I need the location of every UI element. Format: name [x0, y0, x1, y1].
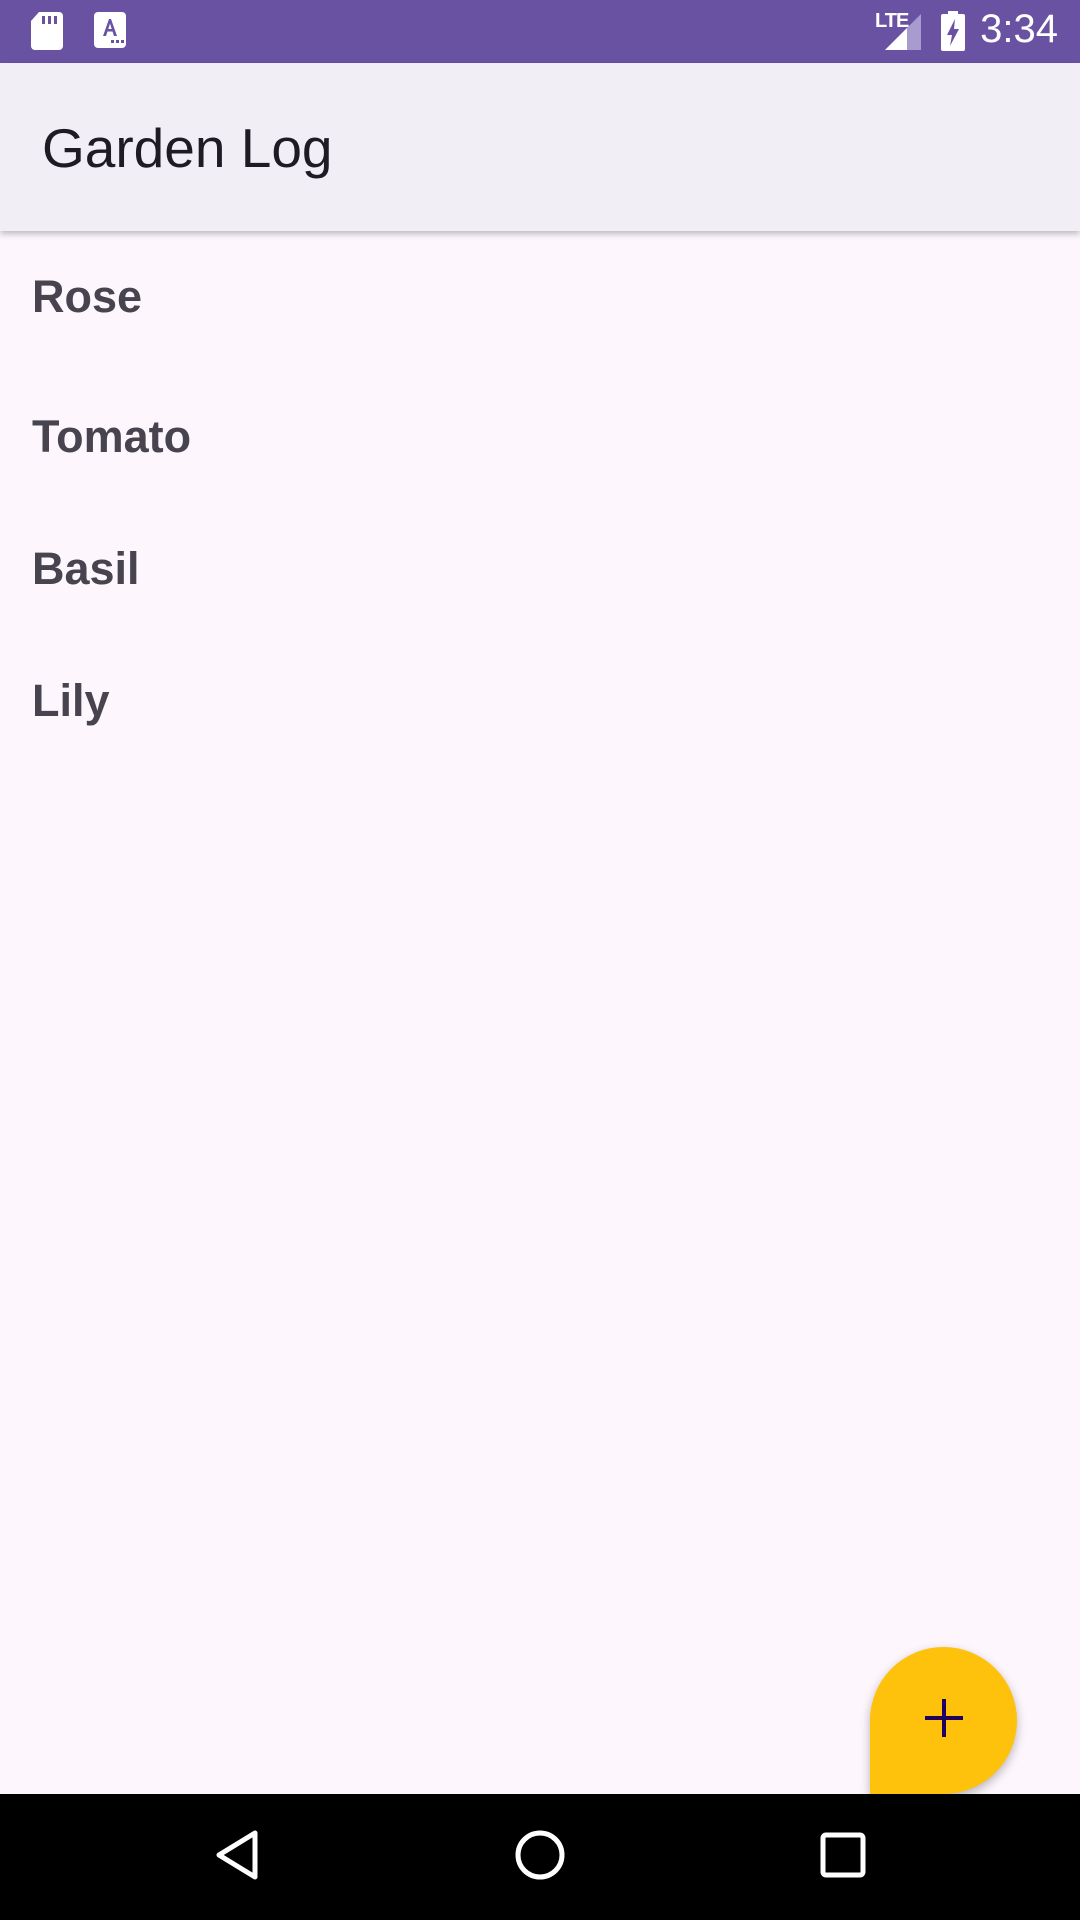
- list-item[interactable]: Tomato: [0, 371, 1080, 503]
- list-item[interactable]: Lily: [0, 635, 1080, 767]
- status-bar: LTE 3:34: [0, 0, 1080, 63]
- home-button[interactable]: [508, 1825, 572, 1889]
- list-item[interactable]: Rose: [0, 231, 1080, 371]
- clock: 3:34: [980, 7, 1058, 51]
- add-plant-button[interactable]: [870, 1647, 1017, 1794]
- text-a-icon: [94, 12, 126, 53]
- battery-charging-icon: [941, 11, 965, 56]
- recents-icon: [820, 1832, 866, 1883]
- recents-button[interactable]: [811, 1825, 875, 1889]
- app-bar: Garden Log: [0, 63, 1080, 231]
- navigation-bar: [0, 1794, 1080, 1920]
- screen: LTE 3:34 Garden Log Rose Tomato Basil Li…: [0, 0, 1080, 1920]
- plus-icon: [924, 1698, 964, 1743]
- app-title: Garden Log: [42, 117, 333, 179]
- plant-list: Rose Tomato Basil Lily: [0, 231, 1080, 767]
- home-icon: [514, 1829, 566, 1886]
- signal-icon: [885, 14, 921, 55]
- back-button[interactable]: [205, 1825, 269, 1889]
- list-item[interactable]: Basil: [0, 503, 1080, 635]
- sd-card-icon: [31, 12, 63, 55]
- back-icon: [213, 1829, 261, 1886]
